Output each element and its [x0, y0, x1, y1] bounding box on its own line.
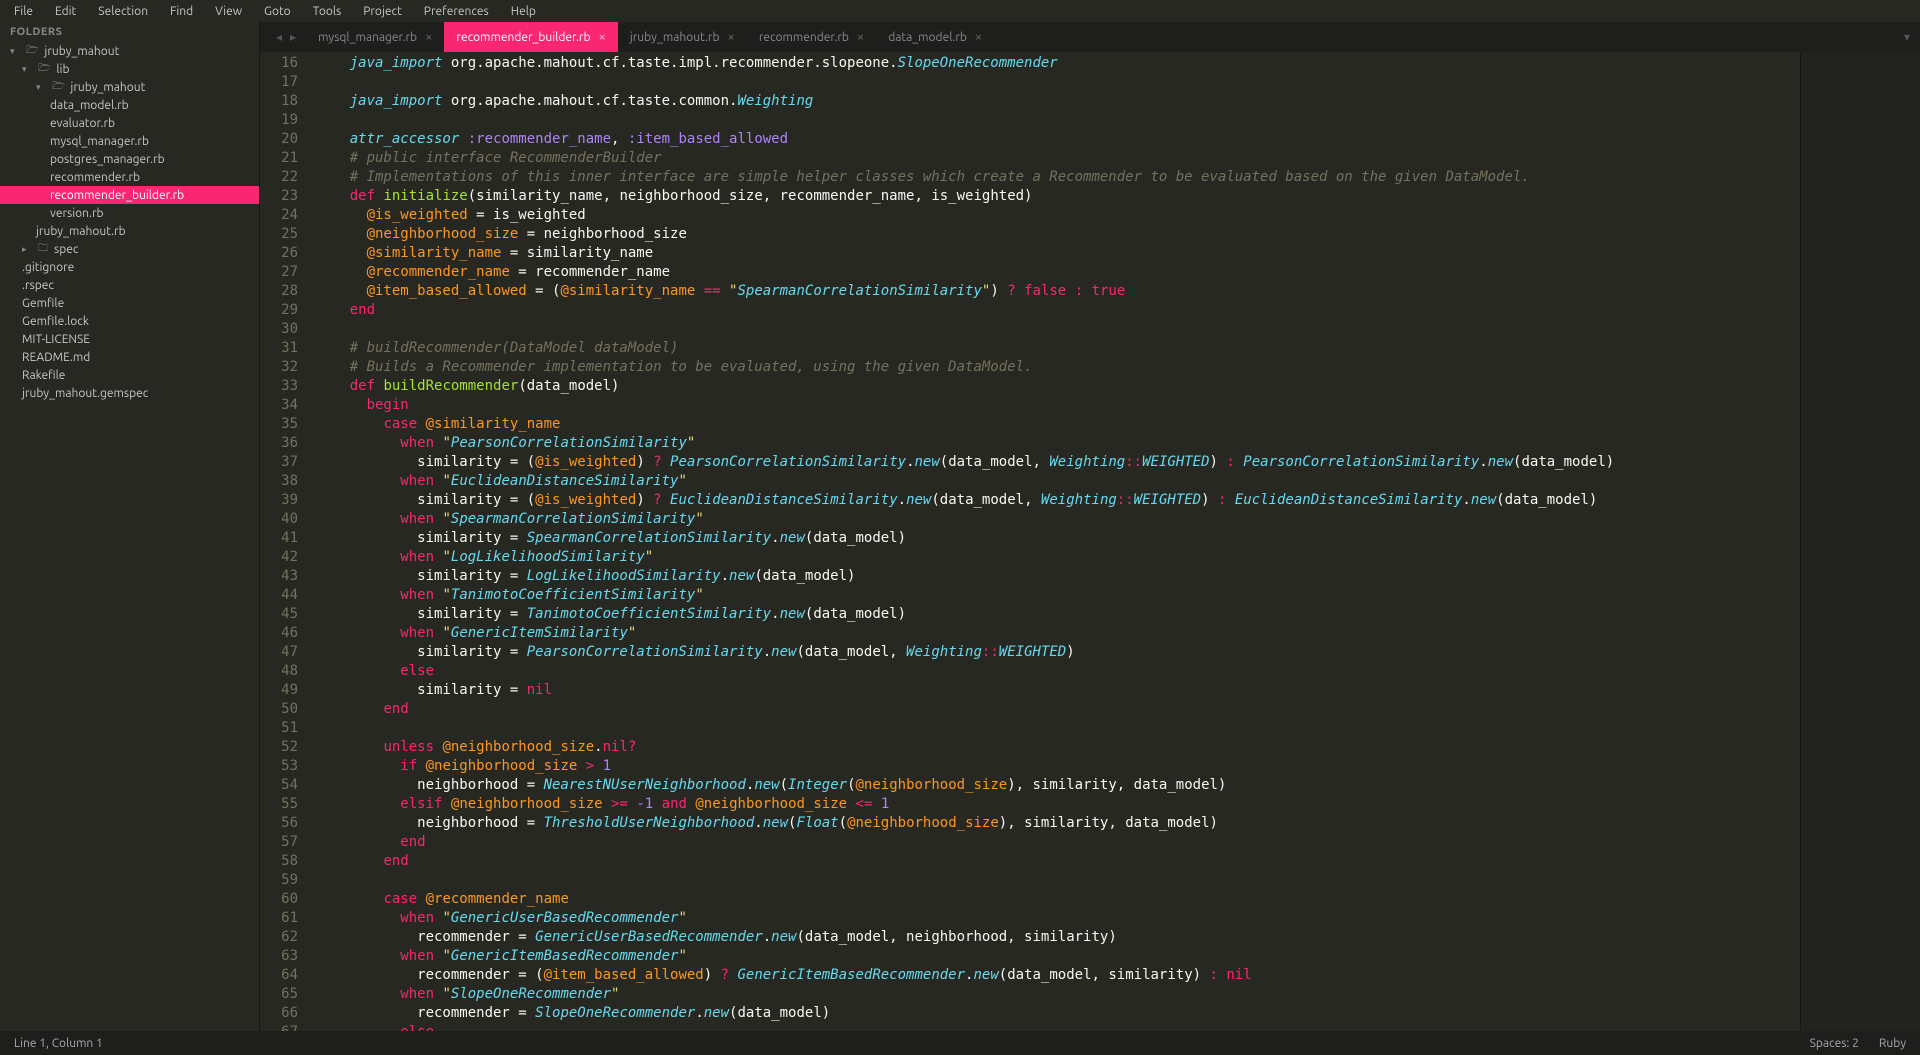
- tab[interactable]: jruby_mahout.rb ×: [618, 22, 747, 52]
- tab-label: mysql_manager.rb: [318, 31, 417, 44]
- chevron-down-icon: ▾: [22, 64, 32, 75]
- tree-label: lib: [56, 63, 69, 76]
- close-icon[interactable]: ×: [599, 30, 606, 44]
- tab-bar: ◂ ▸ mysql_manager.rb × recommender_build…: [260, 22, 1920, 52]
- close-icon[interactable]: ×: [727, 30, 734, 44]
- tab-label: recommender_builder.rb: [456, 31, 590, 44]
- menu-help[interactable]: Help: [501, 3, 546, 20]
- folder-tree: ▾ 🗁 jruby_mahout ▾ 🗁 lib ▾ 🗁 jruby_mahou…: [0, 42, 259, 402]
- tree-root[interactable]: ▾ 🗁 jruby_mahout: [0, 42, 259, 60]
- tree-file[interactable]: recommender.rb: [0, 168, 259, 186]
- tree-label: evaluator.rb: [50, 117, 115, 130]
- menu-tools[interactable]: Tools: [303, 3, 352, 20]
- tree-file[interactable]: data_model.rb: [0, 96, 259, 114]
- folders-header: FOLDERS: [0, 22, 259, 42]
- tree-file[interactable]: mysql_manager.rb: [0, 132, 259, 150]
- tree-file[interactable]: Gemfile: [0, 294, 259, 312]
- tree-folder-spec[interactable]: ▸ 🗀 spec: [0, 240, 259, 258]
- status-language[interactable]: Ruby: [1879, 1037, 1906, 1050]
- tab-active[interactable]: recommender_builder.rb ×: [444, 22, 617, 52]
- tree-label: Gemfile: [22, 297, 64, 310]
- arrow-left-icon[interactable]: ◂: [276, 30, 282, 44]
- main-area: FOLDERS ▾ 🗁 jruby_mahout ▾ 🗁 lib ▾ 🗁 jru…: [0, 22, 1920, 1031]
- tree-label: recommender.rb: [50, 171, 140, 184]
- tree-label: .gitignore: [22, 261, 74, 274]
- menu-selection[interactable]: Selection: [88, 3, 158, 20]
- menu-view[interactable]: View: [205, 3, 252, 20]
- tab-label: data_model.rb: [888, 31, 967, 44]
- minimap[interactable]: [1800, 52, 1920, 1031]
- chevron-down-icon: ▾: [36, 82, 46, 93]
- editor-pane: ◂ ▸ mysql_manager.rb × recommender_build…: [260, 22, 1920, 1031]
- line-gutter: 16 17 18 19 20 21 22 23 24 25 26 27 28 2…: [260, 52, 316, 1031]
- tab[interactable]: recommender.rb ×: [747, 22, 876, 52]
- tree-file-active[interactable]: recommender_builder.rb: [0, 186, 259, 204]
- arrow-right-icon[interactable]: ▸: [290, 30, 296, 44]
- menu-find[interactable]: Find: [160, 3, 203, 20]
- tree-label: jruby_mahout: [70, 81, 145, 94]
- tree-folder-jruby-mahout[interactable]: ▾ 🗁 jruby_mahout: [0, 78, 259, 96]
- chevron-right-icon: ▸: [22, 244, 32, 255]
- tree-label: Rakefile: [22, 369, 65, 382]
- tree-file[interactable]: README.md: [0, 348, 259, 366]
- tab-label: recommender.rb: [759, 31, 849, 44]
- tree-label: jruby_mahout.rb: [36, 225, 126, 238]
- tree-label: mysql_manager.rb: [50, 135, 149, 148]
- folder-icon: 🗁: [38, 61, 50, 78]
- menu-preferences[interactable]: Preferences: [414, 3, 499, 20]
- tabs-overflow-icon[interactable]: ▾: [1894, 30, 1920, 44]
- tab-label: jruby_mahout.rb: [630, 31, 720, 44]
- tab-nav: ◂ ▸: [266, 30, 306, 44]
- folder-icon: 🗁: [26, 43, 38, 60]
- tree-folder-lib[interactable]: ▾ 🗁 lib: [0, 60, 259, 78]
- tree-label: jruby_mahout: [44, 45, 119, 58]
- tree-label: README.md: [22, 351, 90, 364]
- tree-label: postgres_manager.rb: [50, 153, 165, 166]
- tree-file[interactable]: MIT-LICENSE: [0, 330, 259, 348]
- menu-file[interactable]: File: [4, 3, 43, 20]
- tree-file[interactable]: postgres_manager.rb: [0, 150, 259, 168]
- folder-icon: 🗀: [38, 241, 48, 258]
- menu-edit[interactable]: Edit: [45, 3, 86, 20]
- tree-file[interactable]: .gitignore: [0, 258, 259, 276]
- tree-label: data_model.rb: [50, 99, 129, 112]
- tree-label: jruby_mahout.gemspec: [22, 387, 148, 400]
- tree-label: recommender_builder.rb: [50, 189, 184, 202]
- tree-file[interactable]: Rakefile: [0, 366, 259, 384]
- menu-goto[interactable]: Goto: [254, 3, 301, 20]
- chevron-down-icon: ▾: [10, 46, 20, 57]
- code-content[interactable]: java_import org.apache.mahout.cf.taste.i…: [316, 52, 1800, 1031]
- statusbar: Line 1, Column 1 Spaces: 2 Ruby: [0, 1031, 1920, 1055]
- tree-file[interactable]: jruby_mahout.rb: [0, 222, 259, 240]
- code-editor[interactable]: 16 17 18 19 20 21 22 23 24 25 26 27 28 2…: [260, 52, 1920, 1031]
- tree-file[interactable]: Gemfile.lock: [0, 312, 259, 330]
- tree-label: .rspec: [22, 279, 54, 292]
- sidebar: FOLDERS ▾ 🗁 jruby_mahout ▾ 🗁 lib ▾ 🗁 jru…: [0, 22, 260, 1031]
- close-icon[interactable]: ×: [857, 30, 864, 44]
- menu-project[interactable]: Project: [353, 3, 412, 20]
- tree-label: MIT-LICENSE: [22, 333, 90, 346]
- status-spaces[interactable]: Spaces: 2: [1810, 1037, 1859, 1050]
- tree-label: version.rb: [50, 207, 104, 220]
- tree-file[interactable]: jruby_mahout.gemspec: [0, 384, 259, 402]
- tab[interactable]: mysql_manager.rb ×: [306, 22, 444, 52]
- close-icon[interactable]: ×: [975, 30, 982, 44]
- folder-icon: 🗁: [52, 79, 64, 96]
- tree-file[interactable]: evaluator.rb: [0, 114, 259, 132]
- menubar: File Edit Selection Find View Goto Tools…: [0, 0, 1920, 22]
- close-icon[interactable]: ×: [425, 30, 432, 44]
- tree-file[interactable]: .rspec: [0, 276, 259, 294]
- tree-file[interactable]: version.rb: [0, 204, 259, 222]
- tree-label: spec: [54, 243, 78, 256]
- status-position[interactable]: Line 1, Column 1: [14, 1037, 103, 1050]
- tree-label: Gemfile.lock: [22, 315, 89, 328]
- tab[interactable]: data_model.rb ×: [876, 22, 994, 52]
